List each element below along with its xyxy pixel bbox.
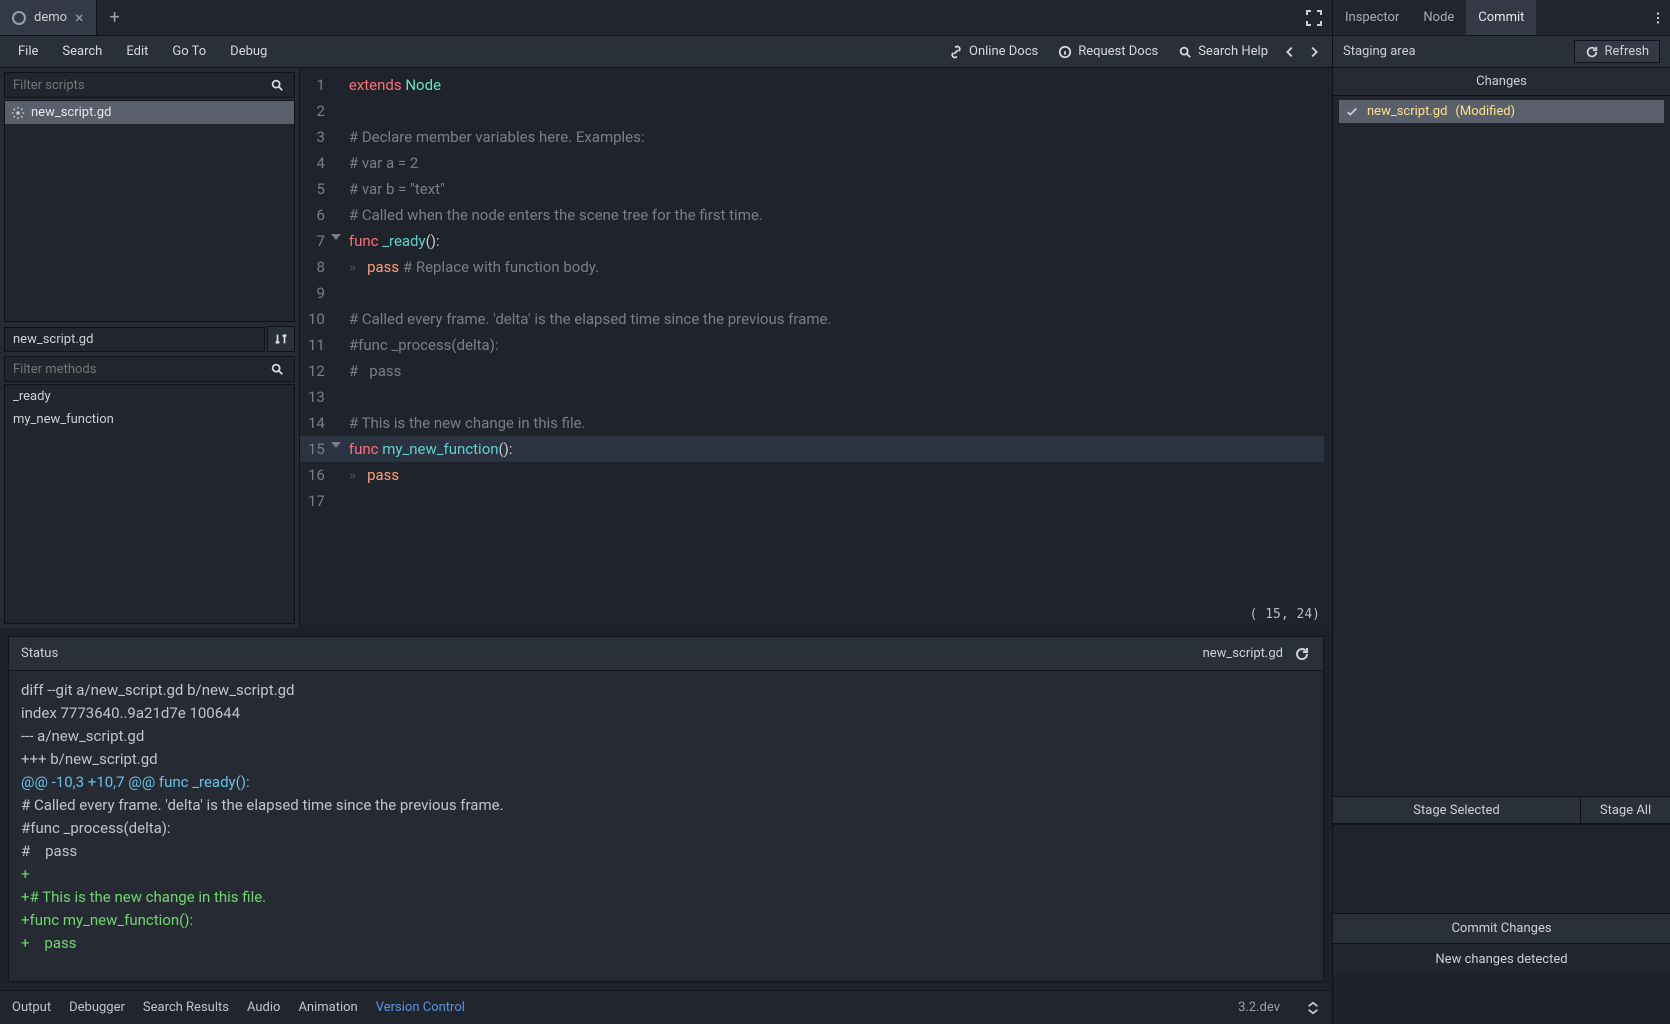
script-menu-bar: File Search Edit Go To Debug Online Docs…: [0, 36, 1332, 68]
dock-tabs: Inspector Node Commit: [1333, 0, 1670, 36]
method-item-my-new-function[interactable]: my_new_function: [5, 408, 294, 431]
chevron-left-icon: [1283, 45, 1297, 59]
bottom-panel-expand-button[interactable]: [1306, 1001, 1320, 1015]
cursor-position-label: ( 15, 24): [300, 600, 1332, 628]
script-item[interactable]: new_script.gd: [5, 101, 294, 124]
code-editor[interactable]: 1234567891011121314151617extends Node# D…: [300, 68, 1332, 628]
filter-methods-input[interactable]: [5, 362, 270, 377]
menu-edit[interactable]: Edit: [116, 40, 158, 63]
scene-tab-label: demo: [34, 10, 67, 25]
refresh-icon: [1585, 45, 1599, 59]
tab-animation[interactable]: Animation: [298, 1000, 357, 1015]
method-item-ready[interactable]: _ready: [5, 385, 294, 408]
staging-area-label: Staging area: [1343, 44, 1416, 59]
diff-status-label: Status: [21, 646, 58, 661]
vcs-status-label: New changes detected: [1333, 944, 1670, 974]
search-icon: [270, 78, 294, 92]
gear-icon: [11, 106, 25, 120]
commit-message-input[interactable]: [1333, 824, 1670, 914]
stage-selected-button[interactable]: Stage Selected: [1333, 797, 1580, 823]
new-tab-button[interactable]: +: [97, 0, 133, 35]
diff-file-label: new_script.gd: [1203, 646, 1283, 661]
tab-search-results[interactable]: Search Results: [143, 1000, 229, 1015]
search-help-button[interactable]: Search Help: [1170, 40, 1276, 63]
stage-all-button[interactable]: Stage All: [1580, 797, 1670, 823]
menu-goto[interactable]: Go To: [162, 40, 216, 63]
member-overview-sort-button[interactable]: [267, 326, 295, 352]
search-icon: [270, 362, 294, 376]
node-icon: [12, 11, 26, 25]
engine-version-label: 3.2.dev: [1238, 1000, 1280, 1015]
diff-refresh-button[interactable]: [1293, 645, 1311, 663]
tab-debugger[interactable]: Debugger: [69, 1000, 125, 1015]
scene-tab-demo[interactable]: demo ×: [0, 0, 97, 35]
method-list[interactable]: _ready my_new_function: [4, 384, 295, 624]
sort-icon: [274, 332, 288, 346]
scene-tab-strip: demo × +: [0, 0, 1332, 36]
fullscreen-icon: [1306, 10, 1322, 26]
link-icon: [949, 45, 963, 59]
dock-tab-inspector[interactable]: Inspector: [1333, 0, 1411, 35]
search-help-icon: [1178, 45, 1192, 59]
tab-audio[interactable]: Audio: [247, 1000, 280, 1015]
bottom-panel-tabs: Output Debugger Search Results Audio Ani…: [0, 990, 1332, 1024]
check-icon: [1345, 105, 1359, 119]
expand-icon: [1306, 1001, 1320, 1015]
diff-body[interactable]: diff --git a/new_script.gd b/new_script.…: [9, 671, 1323, 981]
request-docs-button[interactable]: Request Docs: [1050, 40, 1166, 63]
changes-header: Changes: [1333, 68, 1670, 96]
script-sidebar: new_script.gd new_script.gd _ready my_ne…: [0, 68, 300, 628]
menu-file[interactable]: File: [8, 40, 48, 63]
dock-menu-button[interactable]: [1646, 0, 1670, 35]
history-next-button[interactable]: [1304, 42, 1324, 62]
commit-changes-button[interactable]: Commit Changes: [1333, 914, 1670, 944]
filter-scripts-input[interactable]: [5, 78, 270, 93]
dock-tab-commit[interactable]: Commit: [1466, 0, 1536, 35]
changes-list[interactable]: new_script.gd (Modified): [1333, 96, 1670, 796]
menu-debug[interactable]: Debug: [220, 40, 277, 63]
script-item-label: new_script.gd: [31, 105, 111, 120]
tab-output[interactable]: Output: [12, 1000, 51, 1015]
refresh-icon: [1294, 646, 1310, 662]
close-icon[interactable]: ×: [75, 8, 84, 27]
distraction-free-button[interactable]: [1296, 0, 1332, 35]
dock-tab-node[interactable]: Node: [1411, 0, 1466, 35]
menu-search[interactable]: Search: [52, 40, 112, 63]
chevron-right-icon: [1307, 45, 1321, 59]
history-prev-button[interactable]: [1280, 42, 1300, 62]
online-docs-button[interactable]: Online Docs: [941, 40, 1046, 63]
script-path-label: new_script.gd: [4, 327, 265, 352]
tab-version-control[interactable]: Version Control: [376, 1000, 465, 1015]
diff-panel: Status new_script.gd diff --git a/new_sc…: [8, 636, 1324, 982]
refresh-staging-button[interactable]: Refresh: [1574, 40, 1660, 63]
dots-vertical-icon: [1651, 11, 1665, 25]
script-list[interactable]: new_script.gd: [4, 100, 295, 322]
change-item[interactable]: new_script.gd (Modified): [1339, 100, 1664, 123]
info-icon: [1058, 45, 1072, 59]
